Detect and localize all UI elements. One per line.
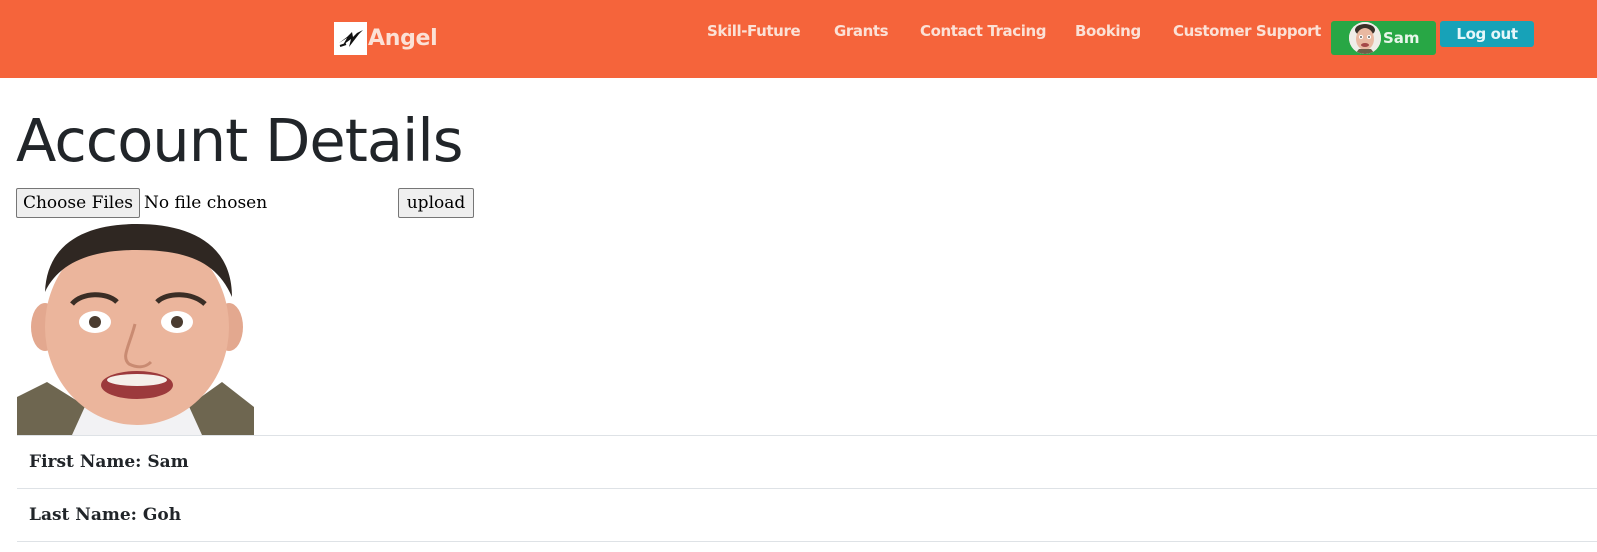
page-title: Account Details <box>16 106 464 175</box>
nav-link-customer-support[interactable]: Customer Support <box>1173 22 1321 40</box>
nav-link-grants[interactable]: Grants <box>834 22 889 40</box>
upload-button[interactable]: upload <box>398 188 474 218</box>
table-divider <box>17 541 1597 542</box>
user-avatar-icon <box>1349 22 1381 54</box>
profile-photo <box>17 222 254 435</box>
brand-link[interactable]: Angel <box>334 22 438 55</box>
last-name-row: Last Name: Goh <box>17 488 1597 540</box>
nav-link-booking[interactable]: Booking <box>1075 22 1141 40</box>
angel-logo-icon <box>334 22 367 55</box>
choose-files-button[interactable]: Choose Files <box>16 188 140 218</box>
first-name-row: First Name: Sam <box>17 435 1597 487</box>
user-name-label: Sam <box>1383 29 1420 47</box>
user-profile-button[interactable]: Sam <box>1331 21 1436 55</box>
top-navbar: Angel Skill-Future Grants Contact Tracin… <box>0 0 1597 78</box>
nav-link-contact-tracing[interactable]: Contact Tracing <box>920 22 1047 40</box>
brand-name: Angel <box>368 26 438 51</box>
logout-button[interactable]: Log out <box>1440 21 1534 47</box>
file-status-label: No file chosen <box>144 193 268 213</box>
nav-link-skill-future[interactable]: Skill-Future <box>707 22 801 40</box>
